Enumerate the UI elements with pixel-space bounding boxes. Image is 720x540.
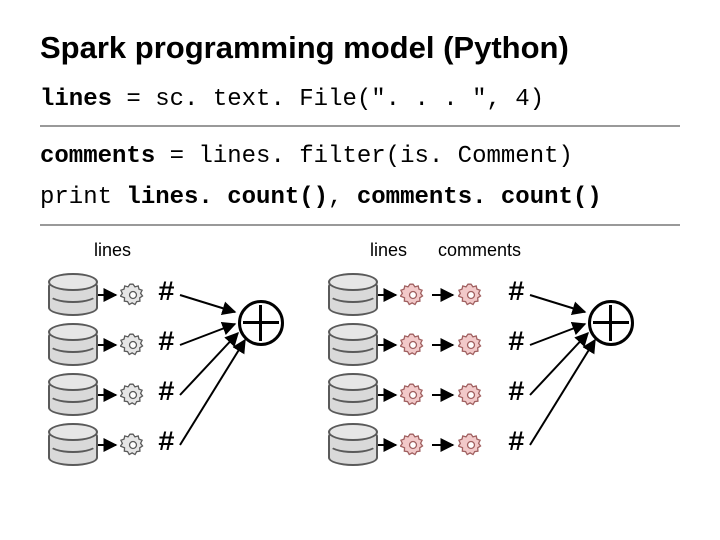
count-hash: # xyxy=(508,278,525,309)
gear-icon xyxy=(120,332,146,358)
gear-icon xyxy=(458,332,484,358)
code-lhs: comments xyxy=(40,143,155,170)
gear-icon xyxy=(458,382,484,408)
code-rhs: sc. text. File(". . . ", 4) xyxy=(155,86,544,113)
count-hash: # xyxy=(158,278,175,309)
gear-icon xyxy=(120,382,146,408)
code-print: print xyxy=(40,184,126,211)
code-line-3: print lines. count(), comments. count() xyxy=(40,182,680,213)
diagram: lines lines comments xyxy=(40,240,680,520)
divider xyxy=(40,224,680,226)
code-d: comments. count() xyxy=(357,184,602,211)
code-rhs: lines. filter(is. Comment) xyxy=(198,143,572,170)
code-lhs: lines xyxy=(40,86,112,113)
count-hash: # xyxy=(158,428,175,459)
divider xyxy=(40,125,680,127)
code-line-2: comments = lines. filter(is. Comment) xyxy=(40,141,680,172)
sum-icon xyxy=(588,300,634,346)
code-c: , xyxy=(328,184,357,211)
gear-icon xyxy=(458,432,484,458)
code-eq: = xyxy=(112,86,155,113)
gear-icon xyxy=(400,282,426,308)
label-lines-left: lines xyxy=(94,240,131,261)
label-comments-right: comments xyxy=(438,240,521,261)
gear-icon xyxy=(400,432,426,458)
partition-cylinder xyxy=(328,378,378,416)
partition-cylinder xyxy=(48,278,98,316)
partition-cylinder xyxy=(328,428,378,466)
partition-cylinder xyxy=(48,428,98,466)
code-line-1: lines = sc. text. File(". . . ", 4) xyxy=(40,84,680,115)
partition-cylinder xyxy=(328,278,378,316)
slide-title: Spark programming model (Python) xyxy=(40,30,680,66)
count-hash: # xyxy=(508,328,525,359)
gear-icon xyxy=(120,432,146,458)
code-b: lines. count() xyxy=(126,184,328,211)
partition-cylinder xyxy=(48,378,98,416)
count-hash: # xyxy=(158,378,175,409)
gear-icon xyxy=(400,382,426,408)
gear-icon xyxy=(120,282,146,308)
partition-cylinder xyxy=(328,328,378,366)
count-hash: # xyxy=(508,428,525,459)
partition-cylinder xyxy=(48,328,98,366)
label-lines-right: lines xyxy=(370,240,407,261)
count-hash: # xyxy=(508,378,525,409)
count-hash: # xyxy=(158,328,175,359)
sum-icon xyxy=(238,300,284,346)
code-eq: = xyxy=(155,143,198,170)
gear-icon xyxy=(458,282,484,308)
gear-icon xyxy=(400,332,426,358)
